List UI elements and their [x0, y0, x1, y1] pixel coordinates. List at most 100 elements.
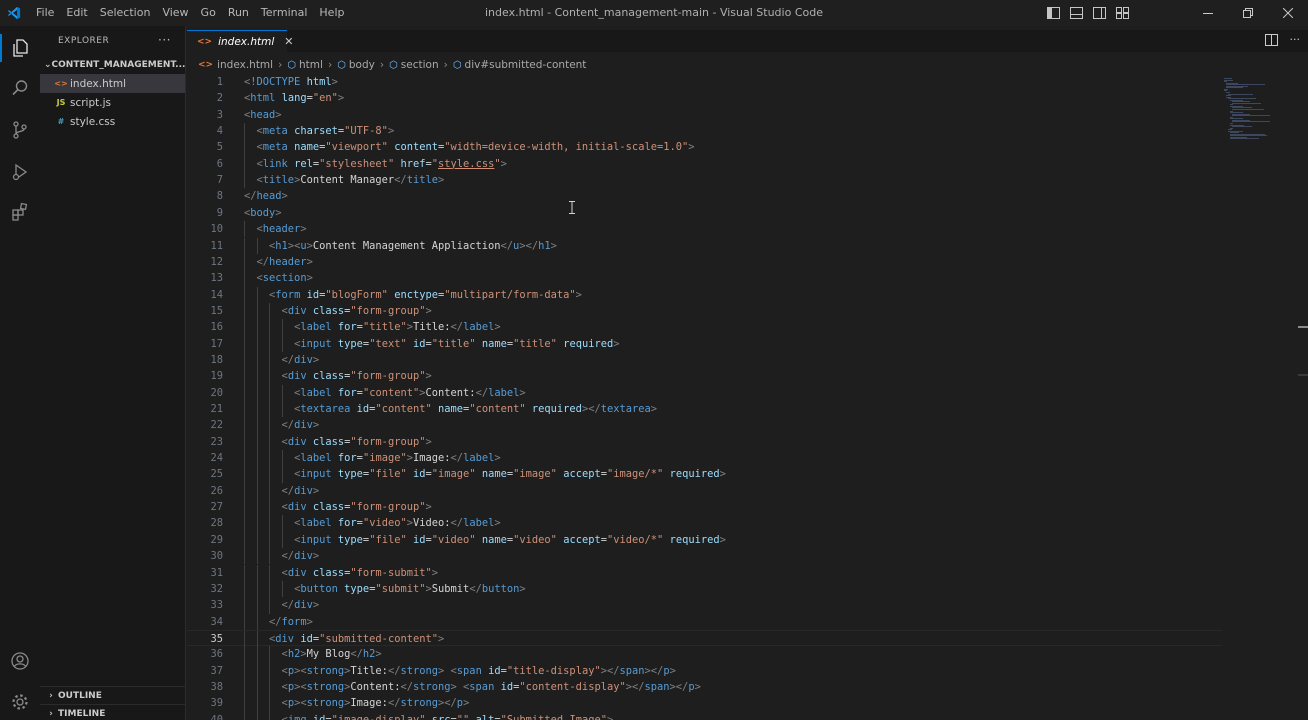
- menu-run[interactable]: Run: [228, 0, 257, 26]
- indent-guide: [269, 450, 271, 467]
- code-line[interactable]: 21 <textarea id="content" name="content" …: [187, 401, 1222, 418]
- code-line[interactable]: 31 <div class="form-submit">: [187, 564, 1222, 581]
- code-text: <label for="video">Video:</label>: [294, 517, 501, 530]
- menu-go[interactable]: Go: [201, 0, 224, 26]
- menu-edit[interactable]: Edit: [66, 0, 95, 26]
- minimap[interactable]: [1222, 74, 1298, 720]
- code-line[interactable]: 30 </div>: [187, 548, 1222, 565]
- code-line[interactable]: 5 <meta name="viewport" content="width=de…: [187, 139, 1222, 156]
- line-number: 2: [216, 92, 223, 105]
- close-window-icon[interactable]: [1268, 0, 1308, 26]
- breadcrumb-item[interactable]: section: [401, 59, 439, 71]
- code-line[interactable]: 40 <img id="image-display" src="" alt="Su…: [187, 711, 1222, 720]
- code-line[interactable]: 19 <div class="form-group">: [187, 368, 1222, 385]
- line-number: 9: [216, 206, 223, 219]
- account-icon[interactable]: [0, 641, 40, 681]
- code-line[interactable]: 3 <head>: [187, 107, 1222, 123]
- tab-index-html[interactable]: <> index.html ✕: [187, 30, 293, 52]
- menu-view[interactable]: View: [162, 0, 196, 26]
- menu-selection[interactable]: Selection: [100, 0, 159, 26]
- code-line[interactable]: 10 <header>: [187, 221, 1222, 238]
- code-editor[interactable]: 1 <!DOCTYPE html> 2 <html lang="en"> 3 <head>…: [187, 74, 1222, 720]
- code-line[interactable]: 8 </head>: [187, 188, 1222, 204]
- extensions-icon[interactable]: [0, 192, 40, 232]
- code-line[interactable]: 26 </div>: [187, 482, 1222, 500]
- code-line[interactable]: 32 <button type="submit">Submit</button>: [187, 580, 1222, 598]
- run-debug-icon[interactable]: [0, 152, 40, 192]
- toggle-panel-icon[interactable]: [1069, 6, 1084, 21]
- outline-section[interactable]: › OUTLINE: [40, 686, 186, 704]
- menu-terminal[interactable]: Terminal: [261, 0, 316, 26]
- code-line[interactable]: 38 <p><strong>Content:</strong> <span id=…: [187, 678, 1222, 696]
- split-editor-icon[interactable]: [1265, 34, 1278, 49]
- settings-gear-icon[interactable]: [0, 682, 40, 720]
- code-line[interactable]: 34 </form>: [187, 613, 1222, 630]
- code-line[interactable]: 39 <p><strong>Image:</strong></p>: [187, 695, 1222, 712]
- vertical-scrollbar[interactable]: [1298, 74, 1308, 720]
- code-line[interactable]: 22 </div>: [187, 417, 1222, 434]
- toggle-primary-sidebar-icon[interactable]: [1046, 6, 1061, 21]
- code-line[interactable]: 1 <!DOCTYPE html>: [187, 74, 1222, 90]
- code-line[interactable]: 24 <label for="image">Image:</label>: [187, 450, 1222, 467]
- code-line[interactable]: 36 <h2>My Blog</h2>: [187, 646, 1222, 663]
- breadcrumb-item[interactable]: html: [299, 59, 323, 71]
- search-icon[interactable]: [0, 68, 40, 108]
- indent-guide: [244, 384, 245, 401]
- indent-guide: [256, 678, 258, 696]
- code-line[interactable]: 15 <div class="form-group">: [187, 302, 1222, 320]
- element-icon: ⬡: [337, 59, 346, 71]
- code-line[interactable]: 23 <div class="form-group">: [187, 433, 1222, 451]
- indent-guide: [281, 531, 283, 549]
- code-line[interactable]: 9 <body>: [187, 205, 1222, 221]
- menu-help[interactable]: Help: [319, 0, 352, 26]
- file-item-style-css[interactable]: # style.css: [40, 112, 185, 131]
- code-text: <div class="form-group">: [281, 501, 432, 514]
- close-icon[interactable]: ✕: [284, 35, 293, 48]
- scrollbar-thumb[interactable]: [1298, 374, 1308, 376]
- toggle-secondary-sidebar-icon[interactable]: [1092, 6, 1107, 21]
- element-icon: ⬡: [389, 59, 398, 71]
- code-line[interactable]: 29 <input type="file" id="video" name="vi…: [187, 531, 1222, 549]
- code-line[interactable]: 16 <label for="title">Title:</label>: [187, 319, 1222, 336]
- minimize-icon[interactable]: [1188, 0, 1228, 26]
- code-line[interactable]: 28 <label for="video">Video:</label>: [187, 515, 1222, 532]
- restore-icon[interactable]: [1228, 0, 1268, 26]
- code-line[interactable]: 2 <html lang="en">: [187, 90, 1222, 106]
- code-line[interactable]: 25 <input type="file" id="image" name="im…: [187, 466, 1222, 483]
- code-line[interactable]: 20 <label for="content">Content:</label>: [187, 384, 1222, 401]
- code-line[interactable]: 13 <section>: [187, 270, 1222, 287]
- breadcrumb-item[interactable]: div#submitted-content: [465, 59, 587, 71]
- code-line[interactable]: 17 <input type="text" id="title" name="ti…: [187, 335, 1222, 352]
- indent-guide: [269, 711, 271, 720]
- workspace-folder[interactable]: ⌄ CONTENT_MANAGEMENT...: [40, 56, 185, 74]
- indent-guide: [256, 597, 258, 614]
- code-line[interactable]: 4 <meta charset="UTF-8">: [187, 123, 1222, 140]
- vscode-logo-icon[interactable]: [0, 0, 28, 26]
- line-number: 1: [216, 76, 223, 88]
- code-line[interactable]: 33 </div>: [187, 597, 1222, 614]
- more-actions-icon[interactable]: ···: [158, 26, 171, 54]
- indent-guide: [244, 515, 245, 532]
- code-line[interactable]: 7 <title>Content Manager</title>: [187, 172, 1222, 189]
- code-line[interactable]: 11 <h1><u>Content Management Appliaction<…: [187, 237, 1222, 254]
- source-control-icon[interactable]: [0, 110, 40, 150]
- timeline-section[interactable]: › TIMELINE: [40, 704, 186, 720]
- code-line[interactable]: 37 <p><strong>Title:</strong> <span id="t…: [187, 662, 1222, 679]
- breadcrumb-item[interactable]: body: [349, 59, 375, 71]
- menu-file[interactable]: File: [36, 0, 62, 26]
- file-item-script-js[interactable]: JS script.js: [40, 93, 185, 112]
- code-line[interactable]: 35 <div id="submitted-content">: [187, 629, 1222, 648]
- breadcrumb-item[interactable]: index.html: [217, 59, 273, 71]
- code-line[interactable]: 12 </header>: [187, 253, 1222, 271]
- code-line[interactable]: 27 <div class="form-group">: [187, 499, 1222, 516]
- customize-layout-icon[interactable]: [1115, 6, 1130, 21]
- explorer-icon[interactable]: [0, 28, 40, 68]
- code-line[interactable]: 14 <form id="blogForm" enctype="multipart…: [187, 286, 1222, 303]
- code-line[interactable]: 6 <link rel="stylesheet" href="style.css"…: [187, 155, 1222, 173]
- line-number: 31: [210, 566, 223, 579]
- file-item-index-html[interactable]: <> index.html: [40, 74, 185, 93]
- html-file-icon: <>: [198, 60, 214, 70]
- code-line[interactable]: 18 </div>: [187, 351, 1222, 369]
- indent-guide: [244, 548, 245, 565]
- more-actions-icon[interactable]: ···: [1290, 30, 1301, 50]
